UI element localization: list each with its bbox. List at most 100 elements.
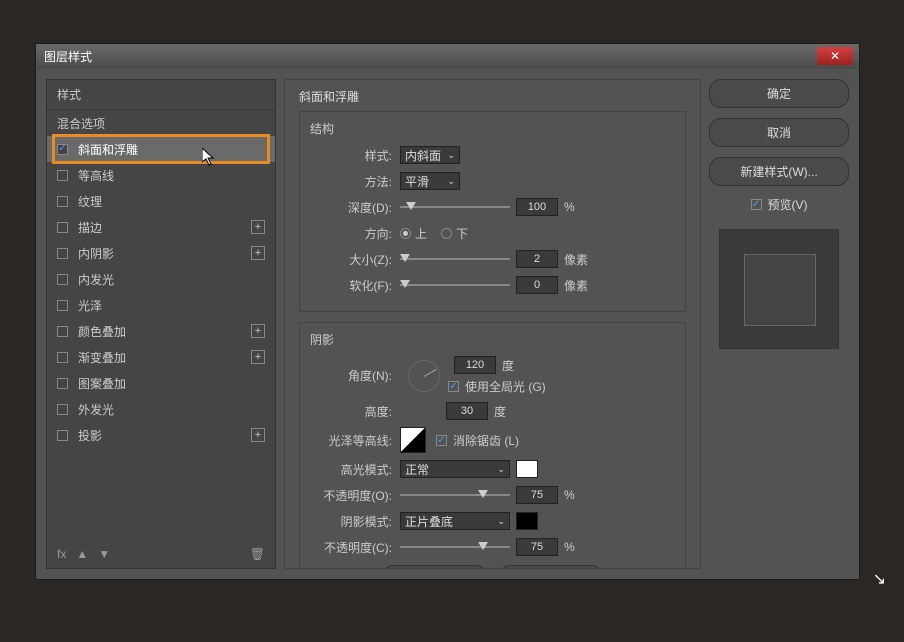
preview-label: 预览(V) xyxy=(768,196,808,213)
altitude-input[interactable]: 30 xyxy=(446,402,488,420)
opacity-c-slider[interactable] xyxy=(400,540,510,554)
style-label: 渐变叠加 xyxy=(78,349,126,366)
antialias-checkbox[interactable]: ✓ xyxy=(436,435,447,446)
set-default-button[interactable]: 设置为默认值 xyxy=(383,565,485,569)
style-checkbox[interactable] xyxy=(57,430,68,441)
cancel-button[interactable]: 取消 xyxy=(709,118,849,147)
shading-fieldset: 阴影 角度(N): 120 度 ✓ 使用全局光 (G) xyxy=(299,322,686,569)
fx-menu[interactable]: fx xyxy=(57,547,66,561)
style-checkbox[interactable] xyxy=(57,404,68,415)
opacity-c-input[interactable]: 75 xyxy=(516,538,558,556)
depth-input[interactable]: 100 xyxy=(516,198,558,216)
new-style-button[interactable]: 新建样式(W)... xyxy=(709,157,849,186)
style-item-1[interactable]: 等高线 xyxy=(47,162,275,188)
section-title: 斜面和浮雕 xyxy=(299,88,686,105)
style-checkbox[interactable] xyxy=(57,300,68,311)
direction-up-radio[interactable] xyxy=(400,228,411,239)
opacity-o-label: 不透明度(O): xyxy=(310,487,400,504)
method-label: 方法: xyxy=(310,173,400,190)
blend-options-item[interactable]: 混合选项 xyxy=(47,110,275,136)
add-icon[interactable]: + xyxy=(251,324,265,338)
direction-label: 方向: xyxy=(310,225,400,242)
shadow-mode-select[interactable]: 正片叠底⌄ xyxy=(400,512,510,530)
preview-inner xyxy=(744,254,816,326)
shading-title: 阴影 xyxy=(310,331,675,348)
resize-handle-icon[interactable]: ↘ xyxy=(873,569,886,589)
add-icon[interactable]: + xyxy=(251,428,265,442)
soften-input[interactable]: 0 xyxy=(516,276,558,294)
close-button[interactable]: ✕ xyxy=(817,47,853,65)
style-item-0[interactable]: 斜面和浮雕 xyxy=(47,136,275,162)
reset-default-button[interactable]: 复位为默认值 xyxy=(500,565,602,569)
add-icon[interactable]: + xyxy=(251,220,265,234)
style-checkbox[interactable] xyxy=(57,326,68,337)
chevron-down-icon: ⌄ xyxy=(497,516,505,527)
structure-title: 结构 xyxy=(310,120,675,137)
style-label: 等高线 xyxy=(78,167,114,184)
style-label: 投影 xyxy=(78,427,102,444)
style-label: 内阴影 xyxy=(78,245,114,262)
size-input[interactable]: 2 xyxy=(516,250,558,268)
arrow-down-icon[interactable]: ▼ xyxy=(98,547,110,561)
size-label: 大小(Z): xyxy=(310,251,400,268)
style-checkbox[interactable] xyxy=(57,144,68,155)
style-item-11[interactable]: 投影 + xyxy=(47,422,275,448)
style-checkbox[interactable] xyxy=(57,274,68,285)
style-label: 描边 xyxy=(78,219,102,236)
depth-label: 深度(D): xyxy=(310,199,400,216)
style-label: 内发光 xyxy=(78,271,114,288)
shadow-mode-label: 阴影模式: xyxy=(310,513,400,530)
opacity-o-slider[interactable] xyxy=(400,488,510,502)
style-checkbox[interactable] xyxy=(57,378,68,389)
chevron-down-icon: ⌄ xyxy=(447,150,455,161)
style-item-7[interactable]: 颜色叠加+ xyxy=(47,318,275,344)
soften-label: 软化(F): xyxy=(310,277,400,294)
style-checkbox[interactable] xyxy=(57,170,68,181)
style-checkbox[interactable] xyxy=(57,222,68,233)
style-item-6[interactable]: 光泽 xyxy=(47,292,275,318)
styles-header[interactable]: 样式 xyxy=(47,80,275,110)
gloss-contour-picker[interactable] xyxy=(400,427,426,453)
depth-slider[interactable] xyxy=(400,200,510,214)
soften-slider[interactable] xyxy=(400,278,510,292)
add-icon[interactable]: + xyxy=(251,350,265,364)
style-label: 图案叠加 xyxy=(78,375,126,392)
highlight-mode-label: 高光模式: xyxy=(310,461,400,478)
preview-box xyxy=(719,229,839,349)
highlight-color-swatch[interactable] xyxy=(516,460,538,478)
highlight-mode-select[interactable]: 正常⌄ xyxy=(400,460,510,478)
style-item-3[interactable]: 描边 + xyxy=(47,214,275,240)
style-item-4[interactable]: 内阴影 + xyxy=(47,240,275,266)
chevron-down-icon: ⌄ xyxy=(497,464,505,475)
style-item-10[interactable]: 外发光 xyxy=(47,396,275,422)
add-icon[interactable]: + xyxy=(251,246,265,260)
opacity-o-input[interactable]: 75 xyxy=(516,486,558,504)
opacity-c-label: 不透明度(C): xyxy=(310,539,400,556)
angle-dial[interactable] xyxy=(408,360,440,392)
direction-down-radio[interactable] xyxy=(441,228,452,239)
style-label: 斜面和浮雕 xyxy=(78,141,138,158)
style-select[interactable]: 内斜面⌄ xyxy=(400,146,460,164)
size-slider[interactable] xyxy=(400,252,510,266)
style-item-8[interactable]: 渐变叠加 + xyxy=(47,344,275,370)
dialog-title: 图层样式 xyxy=(44,48,92,65)
angle-input[interactable]: 120 xyxy=(454,356,496,374)
preview-checkbox[interactable]: ✓ xyxy=(751,199,762,210)
style-checkbox[interactable] xyxy=(57,196,68,207)
style-item-9[interactable]: 图案叠加 xyxy=(47,370,275,396)
global-light-checkbox[interactable]: ✓ xyxy=(448,381,459,392)
arrow-up-icon[interactable]: ▲ xyxy=(76,547,88,561)
trash-icon[interactable]: 🗑 xyxy=(250,547,265,561)
titlebar[interactable]: 图层样式 ✕ xyxy=(36,44,859,69)
style-checkbox[interactable] xyxy=(57,352,68,363)
style-item-5[interactable]: 内发光 xyxy=(47,266,275,292)
style-checkbox[interactable] xyxy=(57,248,68,259)
shadow-color-swatch[interactable] xyxy=(516,512,538,530)
chevron-down-icon: ⌄ xyxy=(447,176,455,187)
layer-style-dialog: 图层样式 ✕ 样式 混合选项 斜面和浮雕等高线纹理描边 + 内阴影 + 内发光光泽颜色叠… xyxy=(35,43,860,580)
ok-button[interactable]: 确定 xyxy=(709,79,849,108)
structure-fieldset: 结构 样式: 内斜面⌄ 方法: 平滑⌄ 深度(D): 100 % 方向: xyxy=(299,111,686,312)
dialog-body: 样式 混合选项 斜面和浮雕等高线纹理描边 + 内阴影 + 内发光光泽颜色叠加+ 渐变叠加 +… xyxy=(36,69,859,579)
style-item-2[interactable]: 纹理 xyxy=(47,188,275,214)
method-select[interactable]: 平滑⌄ xyxy=(400,172,460,190)
